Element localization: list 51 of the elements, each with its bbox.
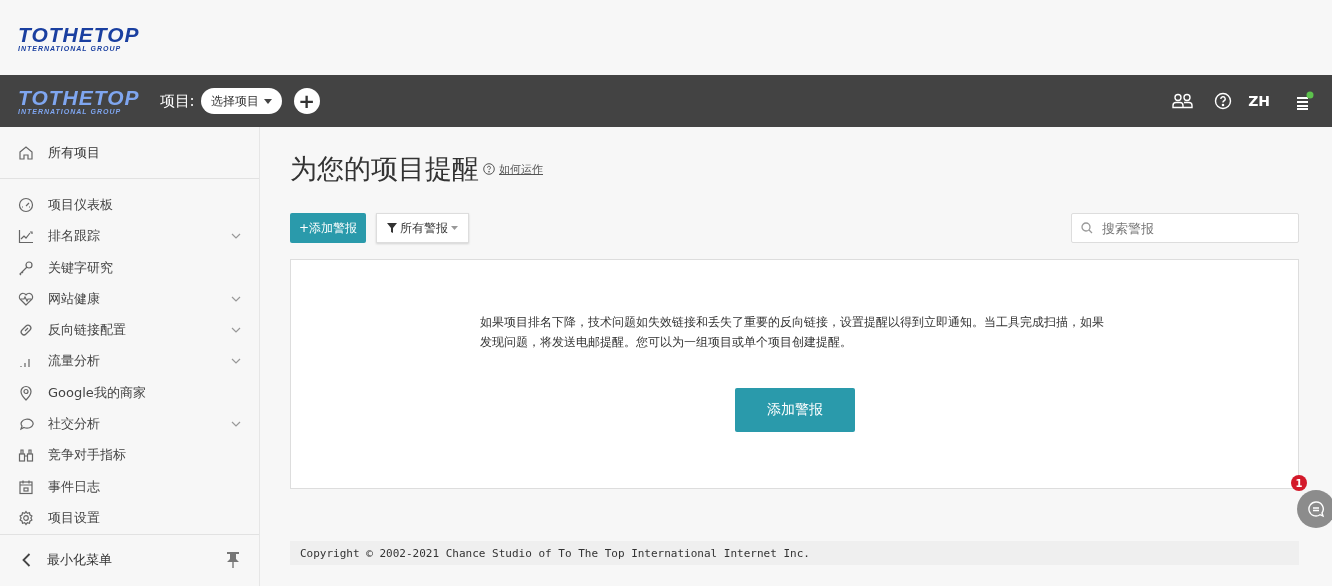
filter-icon	[387, 223, 398, 233]
sidebar-item[interactable]: 竞争对手指标	[0, 439, 259, 472]
sidebar-item[interactable]: 反向链接配置	[0, 314, 259, 346]
page-title: 为您的项目提醒	[290, 152, 479, 186]
sidebar-item[interactable]: 网站健康	[0, 283, 259, 315]
menu-icon[interactable]	[1294, 91, 1314, 111]
notification-badge: 1	[1291, 475, 1307, 491]
chevron-down-icon[interactable]	[231, 327, 241, 334]
help-icon[interactable]	[1214, 92, 1233, 110]
sidebar-item[interactable]: 流量分析	[0, 345, 259, 378]
chat-bubble-icon	[1307, 500, 1325, 518]
sidebar-item[interactable]: 排名跟踪	[0, 220, 259, 252]
map-pin-icon	[18, 384, 34, 401]
sidebar-item[interactable]: 项目仪表板	[0, 189, 259, 221]
project-select[interactable]: 选择项目	[200, 88, 282, 114]
users-icon[interactable]	[1172, 93, 1195, 109]
key-icon	[18, 259, 34, 276]
language-button[interactable]: ZH	[1244, 93, 1274, 109]
sidebar-item[interactable]: 事件日志	[0, 471, 259, 503]
how-it-works-link[interactable]: 如何运作	[499, 161, 543, 177]
caret-icon	[451, 226, 459, 230]
sidebar-item[interactable]: Google我的商家	[0, 377, 259, 409]
chat-button[interactable]	[1297, 490, 1332, 528]
chevron-left-icon	[22, 553, 31, 568]
gauge-icon	[18, 197, 34, 213]
all-projects-link[interactable]: 所有项目	[0, 127, 259, 180]
search-field[interactable]: 搜索警报	[1071, 213, 1299, 243]
sidebar-item[interactable]: 关键字研究	[0, 251, 259, 284]
calendar-icon	[18, 478, 34, 495]
binoculars-icon	[18, 447, 34, 464]
heart-pulse-icon	[18, 290, 34, 307]
chevron-down-icon[interactable]	[231, 358, 241, 365]
chevron-down-icon[interactable]	[231, 233, 241, 240]
copyright-text: Copyright © 2002-2021 Chance Studio of To The Top International Internet Inc.	[300, 546, 810, 560]
empty-state-message: 如果项目排名下降，技术问题如失效链接和丢失了重要的反向链接，设置提醒以得到立即通知。当工具完成扫描，如果发现问题，将发送电邮提醒。您可以为一组项目或单个项目创建提醒。	[479, 314, 1105, 351]
chevron-down-icon[interactable]	[231, 295, 241, 302]
add-project-button[interactable]: +	[293, 88, 320, 114]
link-icon	[18, 322, 34, 339]
help-icon	[483, 163, 495, 175]
sidebar-item[interactable]: 社交分析	[0, 408, 259, 440]
sidebar-item[interactable]: 项目设置	[0, 502, 259, 534]
chevron-down-icon[interactable]	[231, 421, 241, 428]
filter-dropdown[interactable]: 所有警报	[376, 213, 470, 243]
home-icon	[18, 144, 34, 161]
settings-icon	[18, 509, 34, 526]
pin-icon[interactable]	[227, 552, 239, 569]
caret-icon	[263, 98, 272, 104]
project-label: 项目:	[159, 91, 195, 111]
chat-bubble-icon	[18, 416, 34, 433]
minimize-menu-button[interactable]: 最小化菜单	[0, 533, 259, 586]
line-chart-icon	[18, 228, 34, 245]
